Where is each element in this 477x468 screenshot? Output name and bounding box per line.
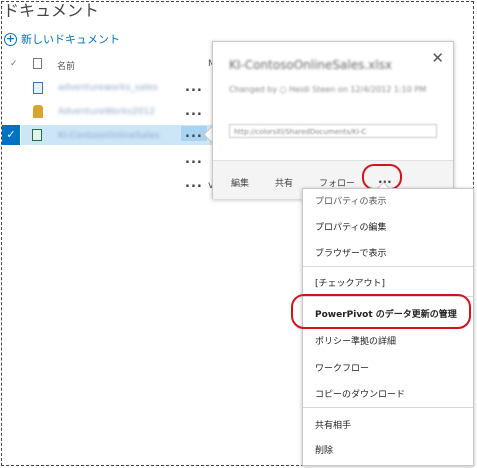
list-item-name[interactable]: KI-ContosoOnlineSales xyxy=(58,131,160,141)
excel-doc-icon xyxy=(33,82,43,94)
page-title: ドキュメント xyxy=(3,1,100,20)
row-checkbox[interactable]: ✓ xyxy=(2,125,20,145)
menu-item-download-copy[interactable]: コピーのダウンロード xyxy=(315,387,405,400)
callout-title[interactable]: KI-ContosoOnlineSales.xlsx xyxy=(229,58,392,72)
edit-action[interactable]: 編集 xyxy=(231,176,249,189)
menu-divider xyxy=(303,266,473,267)
excel-icon xyxy=(32,129,42,141)
plus-icon: + xyxy=(4,31,17,46)
highlight-ring-powerpivot xyxy=(291,294,471,329)
new-document-label: 新しいドキュメント xyxy=(21,33,120,46)
menu-item-shared-with[interactable]: 共有相手 xyxy=(315,418,351,431)
document-callout: ✕ KI-ContosoOnlineSales.xlsx Changed by … xyxy=(212,41,454,199)
menu-item-compliance-details[interactable]: ポリシー準拠の詳細 xyxy=(315,334,396,347)
list-item-name[interactable]: adventureworks_sales xyxy=(58,83,158,93)
callout-url-field[interactable]: http://colorsitl/SharedDocuments/KI-C xyxy=(229,124,437,138)
row-menu-button[interactable]: ... xyxy=(185,104,203,119)
file-type-icon xyxy=(33,58,42,69)
menu-item-view-in-browser[interactable]: ブラウザーで表示 xyxy=(315,246,386,259)
check-all-icon[interactable]: ✓ xyxy=(10,59,18,69)
database-icon xyxy=(33,105,43,118)
menu-item-check-out[interactable]: [チェックアウト] xyxy=(315,276,385,289)
row-menu-button[interactable]: ... xyxy=(185,80,203,95)
menu-item-view-properties[interactable]: プロパティの表示 xyxy=(315,194,386,207)
share-action[interactable]: 共有 xyxy=(275,176,293,189)
column-header-name[interactable]: 名前 xyxy=(57,59,75,72)
close-icon[interactable]: ✕ xyxy=(431,49,444,67)
row-menu-button[interactable]: ... xyxy=(185,176,203,191)
menu-divider xyxy=(303,407,473,408)
callout-meta: Changed by ○ Heidi Steen on 12/4/2012 1:… xyxy=(229,85,427,94)
new-document-button[interactable]: + 新しいドキュメント xyxy=(4,31,120,47)
list-item-name[interactable]: AdventureWorks2012 xyxy=(58,107,155,117)
row-menu-button[interactable]: ... xyxy=(185,152,203,167)
menu-item-edit-properties[interactable]: プロパティの編集 xyxy=(315,220,386,233)
menu-item-workflow[interactable]: ワークフロー xyxy=(315,361,369,374)
menu-item-delete[interactable]: 削除 xyxy=(315,443,333,456)
